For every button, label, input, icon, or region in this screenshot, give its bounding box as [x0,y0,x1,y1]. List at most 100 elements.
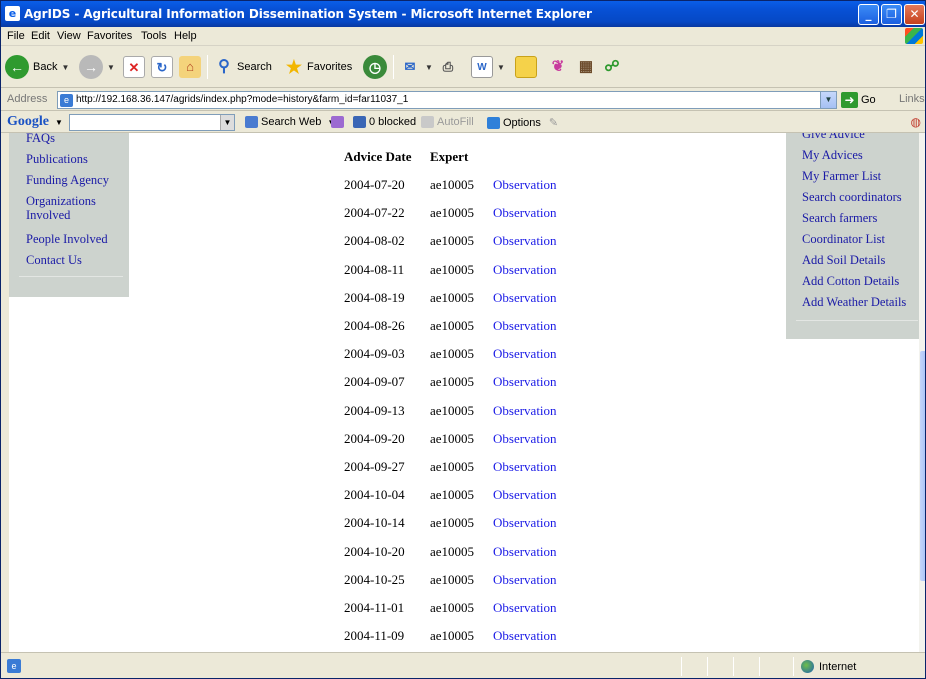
forward-arrow-icon: → [79,55,103,79]
left-navigation: FAQs Publications Funding Agency Organiz… [9,133,129,297]
observation-link[interactable]: Observation [493,205,557,221]
home-button[interactable]: ⌂ [179,53,201,81]
google-search-dropdown-icon[interactable]: ▼ [220,115,234,130]
standard-toolbar: ← Back ▼ → ▼ ✕ ↻ ⌂ ⚲ Search ★ Favorites … [1,46,925,88]
nav-link-my-advices[interactable]: My Advices [802,148,863,163]
expert-cell: ae10005 [430,571,475,587]
nav-link-my-farmer-list[interactable]: My Farmer List [802,169,881,184]
vertical-scrollbar[interactable] [919,133,925,652]
highlighter-icon[interactable]: ✎ [549,116,558,129]
observation-link[interactable]: Observation [493,177,557,193]
mail-button[interactable]: ✉ ▼ [399,53,433,81]
links-button[interactable]: Links [899,93,925,105]
stop-button[interactable]: ✕ [123,53,145,81]
observation-link[interactable]: Observation [493,318,557,334]
expert-cell: ae10005 [430,346,475,362]
address-bar: Address e http://192.168.36.147/agrids/i… [1,89,925,111]
menu-view[interactable]: View [57,30,81,42]
toolbar-extension-icon[interactable]: ◍ [911,115,921,129]
research-button[interactable]: ▦ [575,53,597,81]
nav-link-search-farmers[interactable]: Search farmers [802,211,877,226]
expert-cell: ae10005 [430,318,475,333]
options-button[interactable]: Options ✎ [487,116,558,129]
page-icon: e [60,94,73,107]
nav-link-give-advice[interactable]: Give Advice [802,133,865,142]
popup-blocker-button[interactable]: 0 blocked [353,116,416,128]
contacts-button[interactable]: ☍ [601,53,623,81]
menu-help[interactable]: Help [174,30,197,42]
observation-link[interactable]: Observation [493,515,557,531]
observation-link[interactable]: Observation [493,600,557,616]
address-input[interactable]: e http://192.168.36.147/agrids/index.php… [57,91,837,109]
edit-button[interactable]: W ▼ [471,53,505,81]
observation-link[interactable]: Observation [493,544,557,560]
nav-link-funding-agency[interactable]: Funding Agency [26,173,109,187]
nav-link-people-involved[interactable]: People Involved [26,232,108,246]
nav-link-add-weather-details[interactable]: Add Weather Details [802,295,906,310]
menu-file[interactable]: File [7,30,25,42]
table-row: 2004-11-09 ae10005 Observation [339,628,599,652]
title-bar[interactable]: e AgrIDS - Agricultural Information Diss… [1,1,925,27]
nav-link-faqs[interactable]: FAQs [26,133,55,145]
google-search-input[interactable]: ▼ [69,114,235,131]
edit-dropdown-icon[interactable]: ▼ [497,63,505,72]
scrollbar-thumb[interactable] [920,351,925,581]
menu-edit[interactable]: Edit [31,30,50,42]
refresh-button[interactable]: ↻ [151,53,173,81]
nav-divider [796,320,918,321]
observation-link[interactable]: Observation [493,487,557,503]
expert-cell: ae10005 [430,543,475,559]
observation-link[interactable]: Observation [493,262,557,278]
observation-link[interactable]: Observation [493,572,557,588]
print-button[interactable]: ⎙ [437,53,459,81]
google-menu-caret-icon[interactable]: ▼ [55,118,63,127]
maximize-button[interactable]: ❐ [881,4,902,25]
favorites-button[interactable]: ★ Favorites [283,53,352,81]
nav-link-coordinator-list[interactable]: Coordinator List [802,232,885,247]
back-button[interactable]: ← Back ▼ [5,53,69,81]
expert-cell: ae10005 [430,628,475,644]
nav-link-add-soil-details[interactable]: Add Soil Details [802,253,885,268]
go-button[interactable]: ➜ Go [841,92,876,108]
menu-favorites[interactable]: Favorites [87,30,132,42]
windows-logo-icon [905,28,923,44]
forward-dropdown-icon[interactable]: ▼ [107,63,115,72]
table-row: 2004-10-25 ae10005 Observation [339,572,599,600]
window-left-edge [1,133,9,652]
observation-link[interactable]: Observation [493,628,557,644]
menu-tools[interactable]: Tools [141,30,167,42]
history-button[interactable]: ◷ [363,53,387,81]
observation-link[interactable]: Observation [493,403,557,419]
nav-link-contact-us[interactable]: Contact Us [26,253,82,267]
forward-button[interactable]: → ▼ [79,53,115,81]
close-button[interactable]: ✕ [904,4,925,25]
observation-link[interactable]: Observation [493,374,557,390]
go-arrow-icon: ➜ [841,92,858,108]
mail-dropdown-icon[interactable]: ▼ [425,63,433,72]
nav-link-organizations-involved[interactable]: Organizations Involved [26,194,126,222]
nav-link-add-cotton-details[interactable]: Add Cotton Details [802,274,899,289]
table-row: 2004-10-14 ae10005 Observation [339,515,599,543]
nav-link-search-coordinators[interactable]: Search coordinators [802,190,902,205]
table-row: 2004-11-01 ae10005 Observation [339,600,599,628]
search-web-button[interactable]: Search Web ▼ [245,116,335,128]
minimize-button[interactable]: _ [858,4,879,25]
nav-link-publications[interactable]: Publications [26,152,88,166]
back-dropdown-icon[interactable]: ▼ [61,63,69,72]
address-dropdown-icon[interactable]: ▼ [820,92,836,108]
observation-link[interactable]: Observation [493,346,557,362]
messenger-button[interactable]: ❦ [547,53,569,81]
autofill-button[interactable]: AutoFill [421,116,474,128]
browser-window: e AgrIDS - Agricultural Information Diss… [0,0,926,679]
google-logo[interactable]: Google [7,114,49,130]
discuss-button[interactable] [515,53,537,81]
history-icon: ◷ [363,55,387,79]
pagerank-button[interactable] [331,116,347,128]
table-row: 2004-08-02 ae10005 Observation [339,233,599,261]
observation-link[interactable]: Observation [493,459,557,475]
search-button[interactable]: ⚲ Search [213,53,272,81]
status-bar: e Internet [1,652,925,678]
observation-link[interactable]: Observation [493,233,557,249]
observation-link[interactable]: Observation [493,290,557,306]
observation-link[interactable]: Observation [493,431,557,447]
